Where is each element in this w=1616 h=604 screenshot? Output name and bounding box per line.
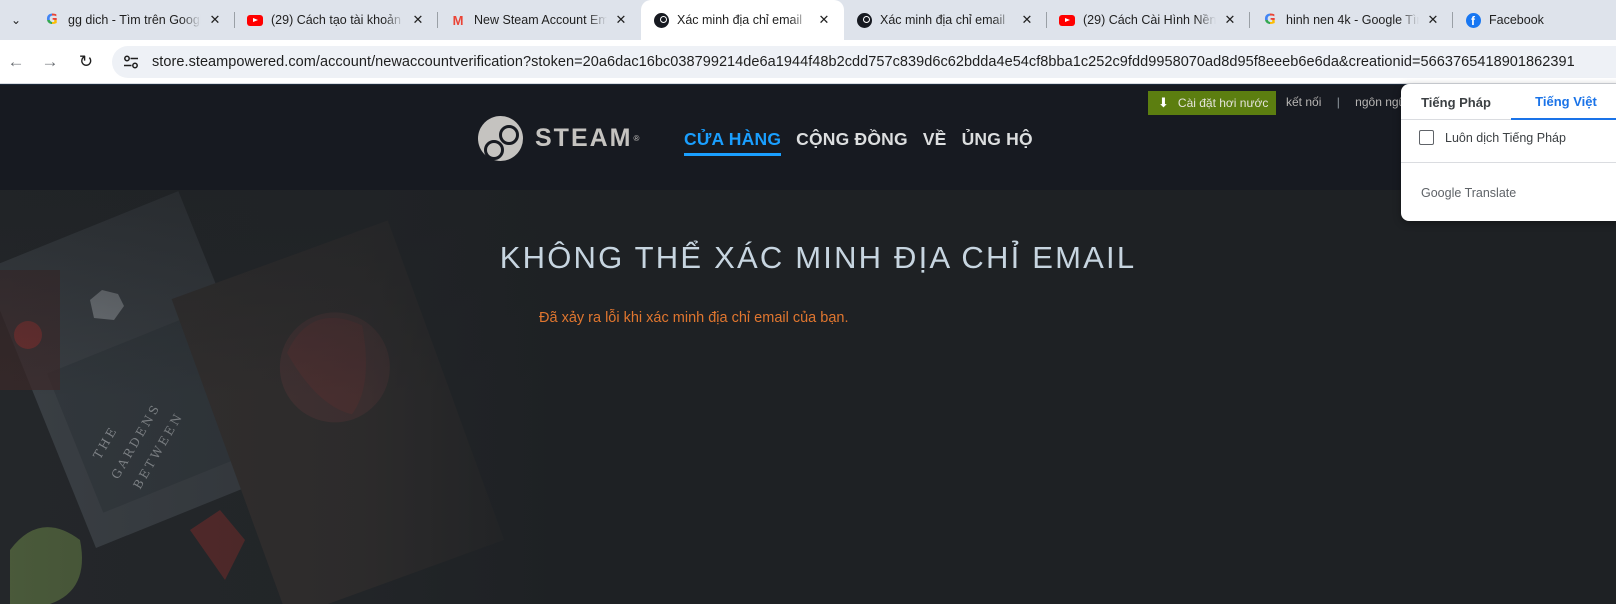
tab-title: (29) Cách tạo tài khoản Steam (271, 13, 404, 27)
global-action-links: kết nối | ngôn ngữ (1286, 95, 1407, 109)
tab-strip: ⌄ G gg dich - Tìm trên Google ✕ (29) Các… (0, 0, 1616, 40)
browser-tab[interactable]: G hinh nen 4k - Google Tìm ✕ (1250, 0, 1453, 40)
google-icon: G (1262, 12, 1278, 28)
gmail-icon: M (452, 12, 464, 28)
steam-logo-text: STEAM (535, 124, 633, 152)
facebook-icon: f (1465, 12, 1481, 28)
site-settings-icon[interactable] (122, 53, 140, 71)
url-text[interactable]: store.steampowered.com/account/newaccoun… (152, 54, 1575, 70)
nav-community[interactable]: CỘNG ĐỒNG (796, 129, 908, 156)
always-translate-label: Luôn dịch Tiếng Pháp (1445, 130, 1566, 145)
install-steam-label: Cài đặt hơi nước (1177, 96, 1269, 110)
download-icon: ⬇ (1158, 95, 1169, 110)
tab-search-chevron-icon[interactable]: ⌄ (4, 8, 28, 32)
tab-target-language[interactable]: Tiếng Việt (1511, 84, 1616, 120)
google-logo: Google (1421, 186, 1462, 200)
google-translate-popup: Tiếng Pháp Tiếng Việt Luôn dịch Tiếng Ph… (1401, 84, 1616, 221)
install-steam-button[interactable]: ⬇ Cài đặt hơi nước (1148, 91, 1276, 115)
google-translate-brand: Google Translate (1421, 186, 1516, 200)
login-link[interactable]: kết nối (1286, 95, 1321, 109)
always-translate-checkbox[interactable] (1419, 130, 1434, 145)
browser-tab[interactable]: (29) Cách tạo tài khoản Steam ✕ (235, 0, 438, 40)
back-arrow-icon[interactable]: ← (4, 50, 28, 74)
steam-icon (653, 12, 669, 28)
language-link[interactable]: ngôn ngữ (1355, 95, 1406, 109)
browser-tab[interactable]: G gg dich - Tìm trên Google ✕ (32, 0, 235, 40)
tab-title: Xác minh địa chỉ email (677, 13, 803, 27)
main-navigation: CỬA HÀNG CỘNG ĐỒNG VỀ ỦNG HỘ (684, 129, 1033, 156)
nav-support[interactable]: ỦNG HỘ (962, 129, 1033, 156)
reload-icon[interactable]: ↻ (74, 50, 98, 74)
close-icon[interactable]: ✕ (1222, 12, 1238, 28)
tab-title: (29) Cách Cài Hình Nền Động (1083, 13, 1216, 27)
tab-title: Xác minh địa chỉ email (880, 13, 1006, 27)
steam-header: ⬇ Cài đặt hơi nước kết nối | ngôn ngữ ST… (0, 85, 1616, 190)
tab-source-language[interactable]: Tiếng Pháp (1401, 84, 1511, 120)
close-icon[interactable]: ✕ (410, 12, 426, 28)
google-icon: G (44, 12, 60, 28)
error-message: Đã xảy ra lỗi khi xác minh địa chỉ email… (539, 310, 849, 326)
browser-tab[interactable]: f Facebook (1453, 0, 1616, 40)
steam-logo-icon (478, 116, 523, 161)
browser-tab[interactable]: M New Steam Account Email ✕ (438, 0, 641, 40)
translate-brand-label: Translate (1464, 186, 1517, 200)
nav-about[interactable]: VỀ (923, 129, 947, 156)
forward-arrow-icon[interactable]: → (38, 50, 62, 74)
nav-store[interactable]: CỬA HÀNG (684, 129, 782, 156)
tab-title: Facebook (1489, 13, 1544, 27)
tab-list: G gg dich - Tìm trên Google ✕ (29) Cách … (32, 0, 1616, 40)
tab-title: gg dich - Tìm trên Google (68, 13, 201, 27)
page-title: KHÔNG THỂ XÁC MINH ĐỊA CHỈ EMAIL (499, 240, 1137, 275)
youtube-icon (247, 14, 263, 26)
close-icon[interactable]: ✕ (1425, 12, 1441, 28)
steam-logo[interactable]: STEAM ® (478, 116, 639, 161)
address-bar[interactable]: store.steampowered.com/account/newaccoun… (112, 46, 1616, 78)
browser-tab[interactable]: (29) Cách Cài Hình Nền Động ✕ (1047, 0, 1250, 40)
close-icon[interactable]: ✕ (207, 12, 223, 28)
always-translate-option[interactable]: Luôn dịch Tiếng Pháp (1419, 130, 1566, 145)
close-icon[interactable]: ✕ (613, 12, 629, 28)
browser-tab-active[interactable]: Xác minh địa chỉ email ✕ (641, 0, 844, 40)
tab-title: New Steam Account Email (474, 13, 607, 27)
translate-language-tabs: Tiếng Pháp Tiếng Việt (1401, 84, 1616, 120)
tab-title: hinh nen 4k - Google Tìm (1286, 13, 1419, 27)
page-content: THE GARDENS BETWEEN KHÔNG THỂ XÁC MINH Đ… (0, 190, 1616, 604)
browser-tab[interactable]: Xác minh địa chỉ email ✕ (844, 0, 1047, 40)
steam-icon (856, 12, 872, 28)
close-icon[interactable]: ✕ (1019, 12, 1035, 28)
browser-toolbar: ← → ↻ store.steampowered.com/account/new… (0, 40, 1616, 84)
close-icon[interactable]: ✕ (816, 12, 832, 28)
youtube-icon (1059, 14, 1075, 26)
